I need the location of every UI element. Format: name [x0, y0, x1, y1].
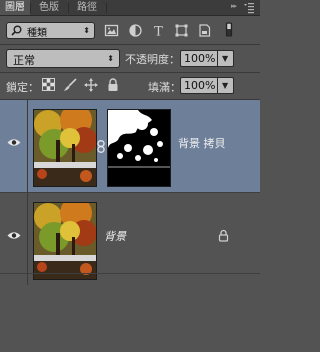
- panel-menu-icon[interactable]: [242, 1, 256, 14]
- chevron-updown-icon: ⬍: [83, 26, 90, 35]
- chevron-down-icon: ▼: [222, 81, 229, 90]
- adjustment-filter-icon[interactable]: [128, 23, 143, 38]
- layer-name[interactable]: 背景: [104, 228, 126, 244]
- layer-thumbnail: [33, 202, 97, 280]
- image-filter-icon[interactable]: [104, 23, 119, 38]
- shape-filter-icon[interactable]: [174, 23, 189, 38]
- lock-transparent-icon[interactable]: [42, 78, 55, 91]
- filter-kind-label: 種類: [27, 28, 47, 39]
- lock-label: 鎖定：: [6, 81, 39, 94]
- layer-row-background[interactable]: 背景: [0, 193, 260, 285]
- filter-kind-select[interactable]: 種類 ⬍: [6, 22, 95, 39]
- layer-name[interactable]: 背景 拷貝: [178, 135, 226, 151]
- opacity-input[interactable]: 100%: [180, 50, 218, 67]
- blend-mode-value: 正常: [13, 54, 35, 67]
- lock-position-icon[interactable]: [84, 78, 98, 92]
- layers-panel: 圖層 色版 路徑 ▸▸ 種類 ⬍ T 正常 ⬍ 不透明度： 100% ▼ 鎖定：…: [0, 0, 260, 352]
- layer-mask-thumbnail[interactable]: [107, 109, 171, 187]
- svg-text:T: T: [154, 25, 163, 39]
- eye-icon: [7, 232, 21, 239]
- panel-tab-bar: 圖層 色版 路徑 ▸▸: [0, 0, 260, 16]
- collapse-icon[interactable]: ▸▸: [231, 2, 237, 10]
- layer-row-background-copy[interactable]: 背景 拷貝: [0, 100, 260, 192]
- visibility-toggle[interactable]: [0, 100, 28, 192]
- chevron-updown-icon: ⬍: [107, 54, 114, 63]
- layer-thumbnail: [33, 109, 97, 187]
- filter-toggle-icon[interactable]: [224, 22, 234, 37]
- smart-object-filter-icon[interactable]: [197, 23, 212, 38]
- tab-channels[interactable]: 色版: [30, 0, 68, 15]
- search-icon: [11, 25, 22, 36]
- eye-icon: [7, 139, 21, 146]
- link-icon[interactable]: [97, 140, 105, 153]
- fill-label: 填滿：: [148, 81, 181, 94]
- fill-input[interactable]: 100%: [180, 77, 218, 94]
- visibility-toggle[interactable]: [0, 193, 28, 285]
- opacity-label: 不透明度：: [125, 53, 180, 66]
- chevron-down-icon: ▼: [222, 54, 229, 63]
- fill-dropdown[interactable]: ▼: [218, 77, 234, 94]
- lock-icon: [218, 229, 229, 242]
- lock-all-icon[interactable]: [107, 78, 119, 92]
- lock-image-icon[interactable]: [63, 78, 77, 92]
- opacity-dropdown[interactable]: ▼: [218, 50, 234, 67]
- type-filter-icon[interactable]: T: [151, 23, 166, 39]
- tab-paths[interactable]: 路徑: [68, 0, 106, 15]
- blend-mode-select[interactable]: 正常 ⬍: [6, 49, 120, 68]
- tab-layers[interactable]: 圖層: [0, 0, 30, 15]
